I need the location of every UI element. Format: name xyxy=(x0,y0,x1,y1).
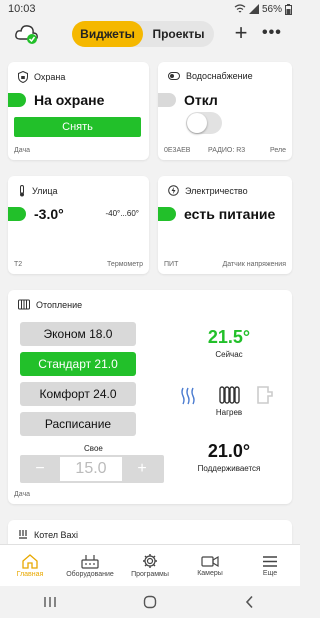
mode-standard-button[interactable]: Стандарт 21.0 xyxy=(20,352,136,376)
mode-comfort-button[interactable]: Комфорт 24.0 xyxy=(20,382,136,406)
water-device-id: 0E3AEB xyxy=(164,147,191,154)
heating-header: Отопление xyxy=(18,299,82,310)
security-status-indicator xyxy=(8,93,26,107)
power-sensor-id: ПИТ xyxy=(164,261,179,268)
radiator-heating-icon xyxy=(219,386,240,404)
battery-level: 56% xyxy=(261,3,282,15)
security-card[interactable]: Охрана На охране Снять Дача xyxy=(8,62,149,160)
hamburger-icon xyxy=(263,555,277,567)
street-title: Улица xyxy=(32,186,58,196)
water-status-indicator xyxy=(158,93,176,107)
power-title: Электричество xyxy=(185,185,248,196)
water-state: Откл xyxy=(184,92,218,108)
home-icon xyxy=(22,553,38,569)
security-state: На охране xyxy=(34,92,105,108)
camera-icon xyxy=(201,555,219,567)
disarm-button[interactable]: Снять xyxy=(14,117,141,137)
tab-widgets[interactable]: Виджеты xyxy=(72,21,143,47)
water-type: Реле xyxy=(270,147,286,154)
nav-more-label: Еще xyxy=(262,569,278,577)
street-sensor-type: Термометр xyxy=(107,261,143,268)
nav-home-label: Главная xyxy=(16,570,44,578)
boiler-header: Котел Baxi xyxy=(18,529,78,540)
water-radio: РАДИО: R3 xyxy=(208,147,246,154)
boiler-heat-icon xyxy=(19,530,27,539)
thermometer-icon xyxy=(20,185,24,197)
security-footer: Дача xyxy=(14,147,31,154)
heating-state-label: Нагрев xyxy=(215,408,243,417)
security-title: Охрана xyxy=(34,72,66,82)
current-temperature: 21.5° xyxy=(207,327,251,347)
status-icons: 56% xyxy=(234,3,292,15)
gear-icon xyxy=(143,554,157,568)
street-card[interactable]: Улица -3.0° -40°...60° T2 Термометр xyxy=(8,176,149,274)
nav-equipment-label: Оборудование xyxy=(66,570,114,578)
water-card[interactable]: Водоснабжение Откл 0E3AEB РАДИО: R3 Реле xyxy=(158,62,292,160)
nav-cameras-label: Камеры xyxy=(197,569,223,577)
water-header: Водоснабжение xyxy=(168,71,253,81)
stepper-plus-button[interactable]: + xyxy=(122,460,162,478)
home-circle-icon[interactable] xyxy=(143,595,157,609)
add-button[interactable]: + xyxy=(232,20,250,46)
nav-cameras[interactable]: Камеры xyxy=(180,545,240,586)
target-temperature: 21.0° xyxy=(207,441,251,461)
radiator-icon xyxy=(18,299,30,310)
street-temperature: -3.0° xyxy=(34,206,64,222)
boiler-tap-icon xyxy=(257,386,273,404)
power-state: есть питание xyxy=(184,206,276,222)
nav-home[interactable]: Главная xyxy=(0,545,60,586)
water-toggle[interactable] xyxy=(186,112,222,134)
street-range: -40°...60° xyxy=(105,209,139,218)
cloud-status-icon[interactable] xyxy=(14,22,40,46)
nav-equipment[interactable]: Оборудование xyxy=(60,545,120,586)
battery-icon xyxy=(285,3,292,15)
power-status-indicator xyxy=(158,207,176,221)
custom-mode-label: Свое xyxy=(84,444,103,453)
tab-projects[interactable]: Проекты xyxy=(143,21,214,47)
boiler-title: Котел Baxi xyxy=(34,529,79,540)
street-status-indicator xyxy=(8,207,26,221)
toggle-small-icon xyxy=(168,72,180,80)
nav-programs[interactable]: Программы xyxy=(120,545,180,586)
power-header: Электричество xyxy=(168,185,248,196)
heating-footer: Дача xyxy=(14,491,31,498)
current-label: Сейчас xyxy=(215,350,243,359)
system-navigation xyxy=(0,586,300,618)
stepper-minus-button[interactable]: − xyxy=(20,460,60,478)
street-sensor-id: T2 xyxy=(14,261,23,268)
heat-waves-icon xyxy=(181,387,195,405)
water-title: Водоснабжение xyxy=(186,71,253,81)
nav-more[interactable]: Еще xyxy=(240,545,300,586)
status-time: 10:03 xyxy=(8,3,36,15)
target-label: Поддерживается xyxy=(197,464,261,473)
wifi-icon xyxy=(234,4,246,13)
bottom-navigation: Главная Оборудование Программы Камеры Ещ… xyxy=(0,544,300,586)
security-header: Охрана xyxy=(18,71,65,83)
stepper-value[interactable]: 15.0 xyxy=(60,457,122,481)
heating-title: Отопление xyxy=(36,299,83,310)
power-icon xyxy=(168,185,179,196)
router-icon xyxy=(81,554,99,569)
custom-temp-stepper: − 15.0 + xyxy=(20,455,164,483)
signal-icon xyxy=(248,4,259,14)
mode-economy-button[interactable]: Эконом 18.0 xyxy=(20,322,136,346)
street-header: Улица xyxy=(18,185,58,197)
shield-icon xyxy=(18,71,28,83)
power-card[interactable]: Электричество есть питание ПИТ Датчик на… xyxy=(158,176,292,274)
back-icon[interactable] xyxy=(243,595,257,609)
top-bar: Виджеты Проекты + ••• xyxy=(0,18,300,54)
status-bar: 10:03 56% xyxy=(0,0,300,18)
mode-schedule-button[interactable]: Расписание xyxy=(20,412,136,436)
nav-programs-label: Программы xyxy=(131,571,169,578)
more-menu-icon[interactable]: ••• xyxy=(262,20,282,46)
recent-apps-icon[interactable] xyxy=(43,595,57,609)
power-sensor-type: Датчик напряжения xyxy=(222,261,286,268)
view-switcher: Виджеты Проекты xyxy=(72,21,214,47)
